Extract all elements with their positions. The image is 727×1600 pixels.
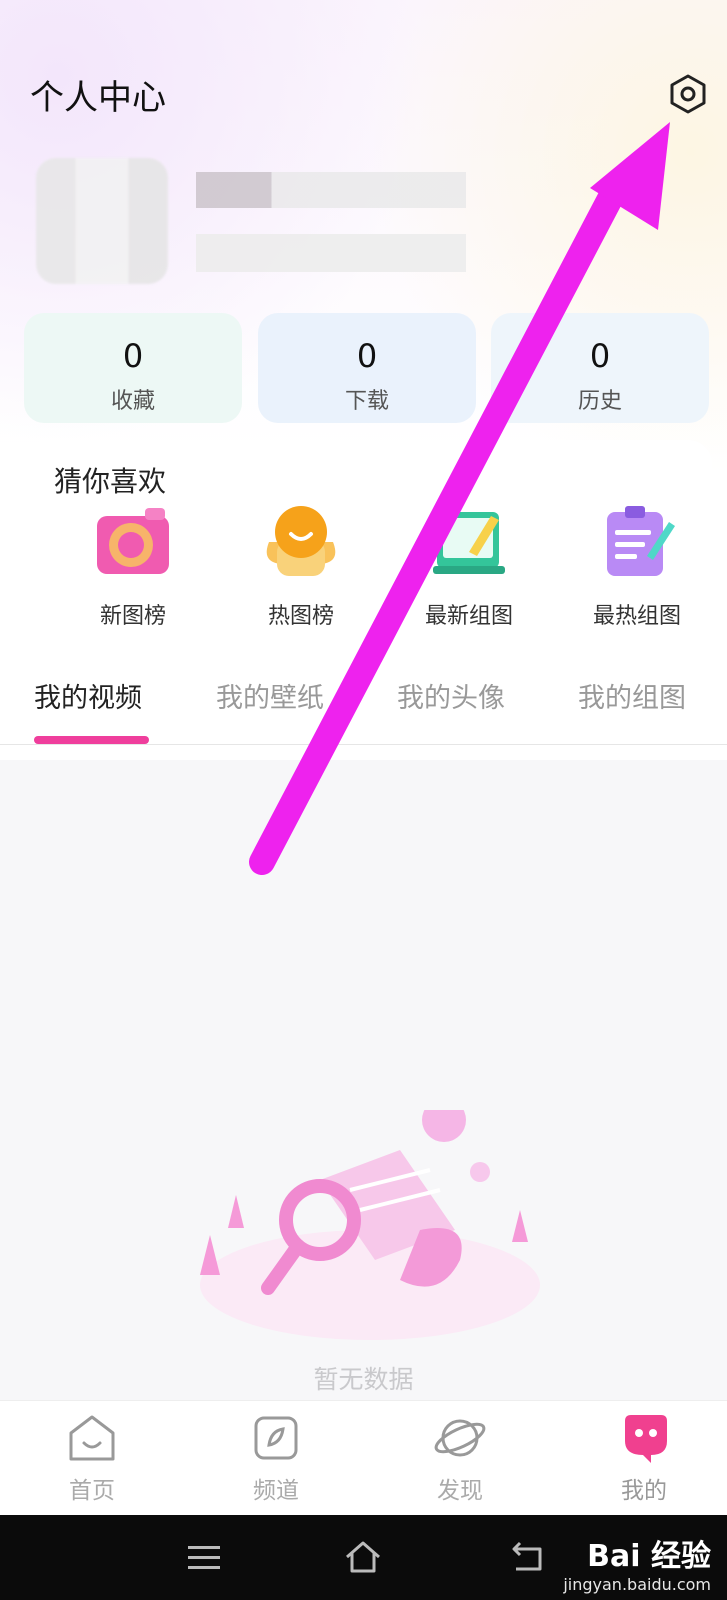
recommend-item-new-images[interactable]: 新图榜 (68, 502, 198, 632)
stat-label: 下载 (344, 389, 389, 414)
back-icon[interactable] (506, 1537, 546, 1577)
stat-value: 0 (122, 337, 144, 375)
recommend-item-label: 新图榜 (99, 604, 166, 629)
avatar[interactable] (36, 158, 168, 284)
nav-label: 发现 (437, 1478, 483, 1504)
tab-my-wallpapers[interactable]: 我的壁纸 (216, 676, 324, 715)
recommend-item-latest-albums[interactable]: 最新组图 (404, 502, 534, 632)
mascot-icon (625, 1415, 667, 1463)
user-subtitle-blurred (196, 234, 466, 272)
stat-value: 0 (589, 337, 611, 375)
tab-my-albums[interactable]: 我的组图 (578, 676, 686, 715)
recommend-title: 猜你喜欢 (54, 465, 167, 498)
planet-icon (434, 1419, 486, 1457)
stat-card-history[interactable]: 0 历史 (491, 313, 709, 423)
stat-label: 收藏 (110, 389, 155, 414)
home-system-icon[interactable] (343, 1537, 383, 1577)
settings-icon[interactable] (668, 74, 708, 114)
username-blurred (196, 172, 466, 208)
system-navigation-bar: Bai 经验 jingyan.baidu.com (0, 1515, 727, 1600)
recommend-item-hot-images[interactable]: 热图榜 (236, 502, 366, 632)
recommend-item-hot-albums[interactable]: 最热组图 (572, 502, 702, 632)
channel-icon (254, 1416, 298, 1460)
recommend-card: 猜你喜欢 新图榜 热图榜 最新组图 最热组图 (24, 440, 712, 646)
nav-label: 我的 (621, 1478, 667, 1504)
active-tab-indicator (34, 736, 149, 744)
recommend-item-label: 最新组图 (424, 604, 513, 629)
stat-card-downloads[interactable]: 0 下载 (258, 313, 476, 423)
tab-my-avatars[interactable]: 我的头像 (397, 676, 505, 715)
camera-icon (97, 508, 169, 574)
nav-item-channel[interactable]: 频道 (221, 1411, 331, 1505)
smile-face-icon (266, 506, 336, 576)
clipboard-pen-icon (607, 506, 675, 576)
nav-label: 首页 (69, 1478, 115, 1504)
stat-label: 历史 (577, 389, 622, 414)
picture-frame-icon (433, 512, 505, 574)
recommend-item-label: 最热组图 (592, 604, 681, 629)
nav-item-home[interactable]: 首页 (37, 1411, 147, 1505)
empty-state-illustration (200, 1110, 540, 1340)
recommend-item-label: 热图榜 (267, 604, 334, 629)
stat-value: 0 (356, 337, 378, 375)
nav-item-discover[interactable]: 发现 (405, 1411, 515, 1505)
tab-my-videos[interactable]: 我的视频 (34, 676, 142, 715)
stat-card-favorites[interactable]: 0 收藏 (24, 313, 242, 423)
watermark-url: jingyan.baidu.com (563, 1575, 711, 1594)
watermark-brand: Bai 经验 (587, 1539, 711, 1574)
tab-divider (0, 744, 727, 745)
nav-label: 频道 (253, 1478, 299, 1504)
menu-icon[interactable] (184, 1537, 224, 1577)
page-title: 个人中心 (30, 78, 166, 118)
home-icon (69, 1415, 115, 1461)
empty-state-text: 暂无数据 (313, 1365, 414, 1394)
bottom-navigation: 首页 频道 发现 我的 (0, 1400, 727, 1516)
nav-item-mine[interactable]: 我的 (589, 1411, 699, 1505)
baidu-watermark: Bai 经验 jingyan.baidu.com (563, 1531, 711, 1594)
